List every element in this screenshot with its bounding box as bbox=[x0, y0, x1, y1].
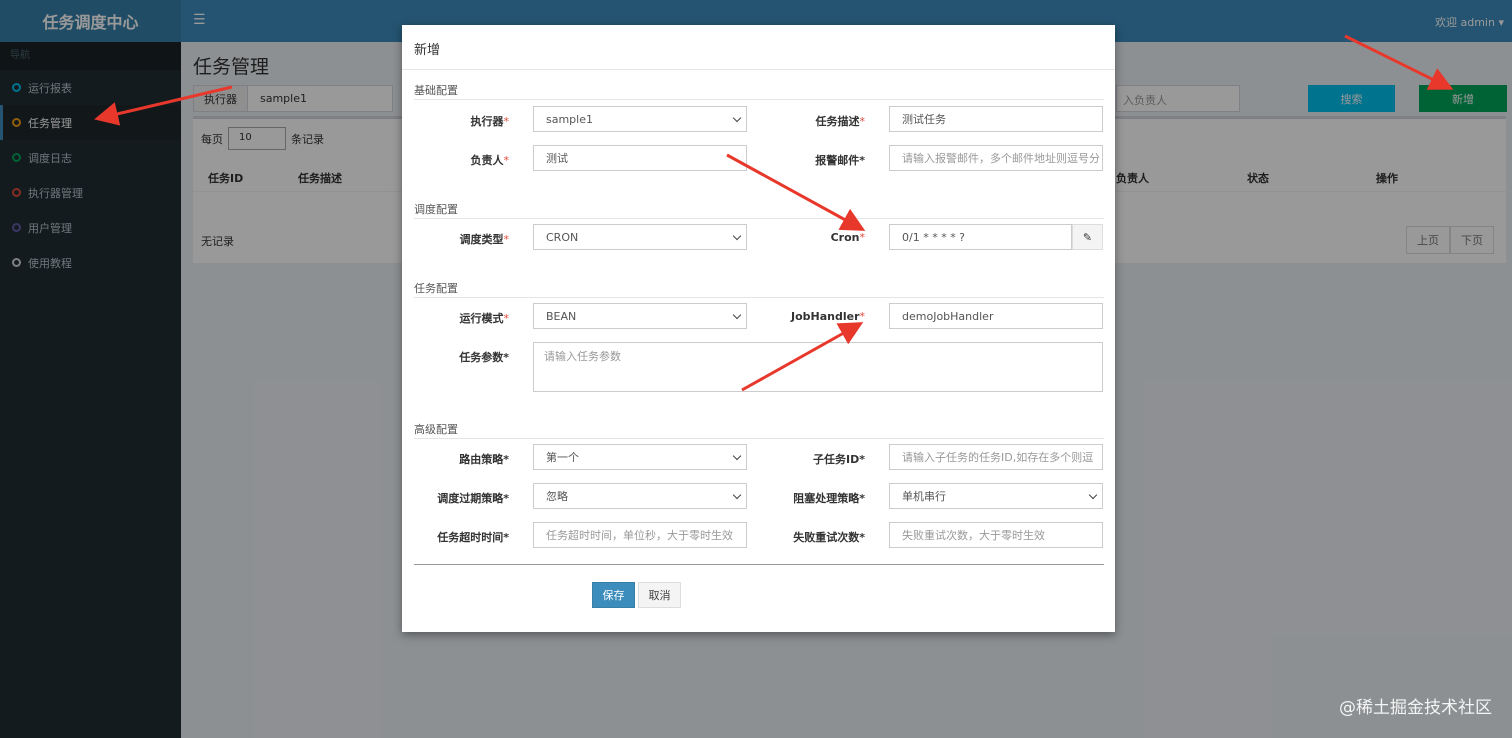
divider bbox=[402, 69, 1115, 70]
run-mode-select[interactable]: BEAN bbox=[533, 303, 747, 329]
owner-label: 负责人* bbox=[470, 154, 510, 167]
cancel-button[interactable]: 取消 bbox=[638, 582, 681, 608]
timeout-label: 任务超时时间* bbox=[437, 531, 509, 544]
modal-title: 新增 bbox=[414, 43, 441, 58]
route-label: 路由策略* bbox=[459, 453, 509, 466]
desc-label: 任务描述* bbox=[815, 115, 866, 128]
timeout-input[interactable]: 任务超时时间，单位秒，大于零时生效 bbox=[533, 522, 747, 548]
job-desc-input[interactable]: 测试任务 bbox=[889, 106, 1103, 132]
misfire-strategy-select[interactable]: 忽略 bbox=[533, 483, 747, 509]
chevron-down-icon bbox=[1088, 490, 1098, 500]
owner-input[interactable]: 测试 bbox=[533, 145, 747, 171]
route-strategy-select[interactable]: 第一个 bbox=[533, 444, 747, 470]
save-button[interactable]: 保存 bbox=[592, 582, 635, 608]
chevron-down-icon bbox=[732, 490, 742, 500]
chevron-down-icon bbox=[732, 231, 742, 241]
alarm-email-input[interactable]: 请输入报警邮件，多个邮件地址则逗号分 bbox=[889, 145, 1103, 171]
child-job-id-input[interactable]: 请输入子任务的任务ID,如存在多个则逗 bbox=[889, 444, 1103, 470]
section-schedule: 调度配置 bbox=[414, 201, 1104, 219]
misfire-label: 调度过期策略* bbox=[437, 492, 509, 505]
chevron-down-icon bbox=[732, 113, 742, 123]
executor-select[interactable]: sample1 bbox=[533, 106, 747, 132]
watermark: @稀土掘金技术社区 bbox=[1339, 698, 1492, 718]
alarm-email-label: 报警邮件* bbox=[815, 154, 865, 167]
retry-count-input[interactable]: 失败重试次数，大于零时生效 bbox=[889, 522, 1103, 548]
add-job-modal: 新增 基础配置 执行器* sample1 任务描述* 测试任务 负责人* 测试 … bbox=[402, 25, 1115, 632]
section-task: 任务配置 bbox=[414, 280, 1104, 298]
cron-input[interactable]: 0/1 * * * * ? bbox=[889, 224, 1072, 250]
child-id-label: 子任务ID* bbox=[813, 453, 865, 466]
executor-label: 执行器* bbox=[470, 115, 510, 128]
cron-label: Cron* bbox=[830, 231, 865, 244]
job-handler-label: JobHandler* bbox=[790, 310, 865, 323]
params-label: 任务参数* bbox=[459, 351, 509, 364]
schedule-type-label: 调度类型* bbox=[459, 233, 510, 246]
retry-label: 失败重试次数* bbox=[793, 531, 865, 544]
section-basic: 基础配置 bbox=[414, 82, 1104, 100]
section-advanced: 高级配置 bbox=[414, 421, 1104, 439]
params-textarea[interactable]: 请输入任务参数 bbox=[533, 342, 1103, 392]
job-handler-input[interactable]: demoJobHandler bbox=[889, 303, 1103, 329]
schedule-type-select[interactable]: CRON bbox=[533, 224, 747, 250]
run-mode-label: 运行模式* bbox=[459, 312, 510, 325]
chevron-down-icon bbox=[732, 451, 742, 461]
edit-icon: ✎ bbox=[1082, 230, 1093, 244]
cron-edit-button[interactable]: ✎ bbox=[1072, 224, 1103, 250]
block-label: 阻塞处理策略* bbox=[793, 492, 865, 505]
divider bbox=[414, 564, 1104, 565]
block-strategy-select[interactable]: 单机串行 bbox=[889, 483, 1103, 509]
chevron-down-icon bbox=[732, 310, 742, 320]
